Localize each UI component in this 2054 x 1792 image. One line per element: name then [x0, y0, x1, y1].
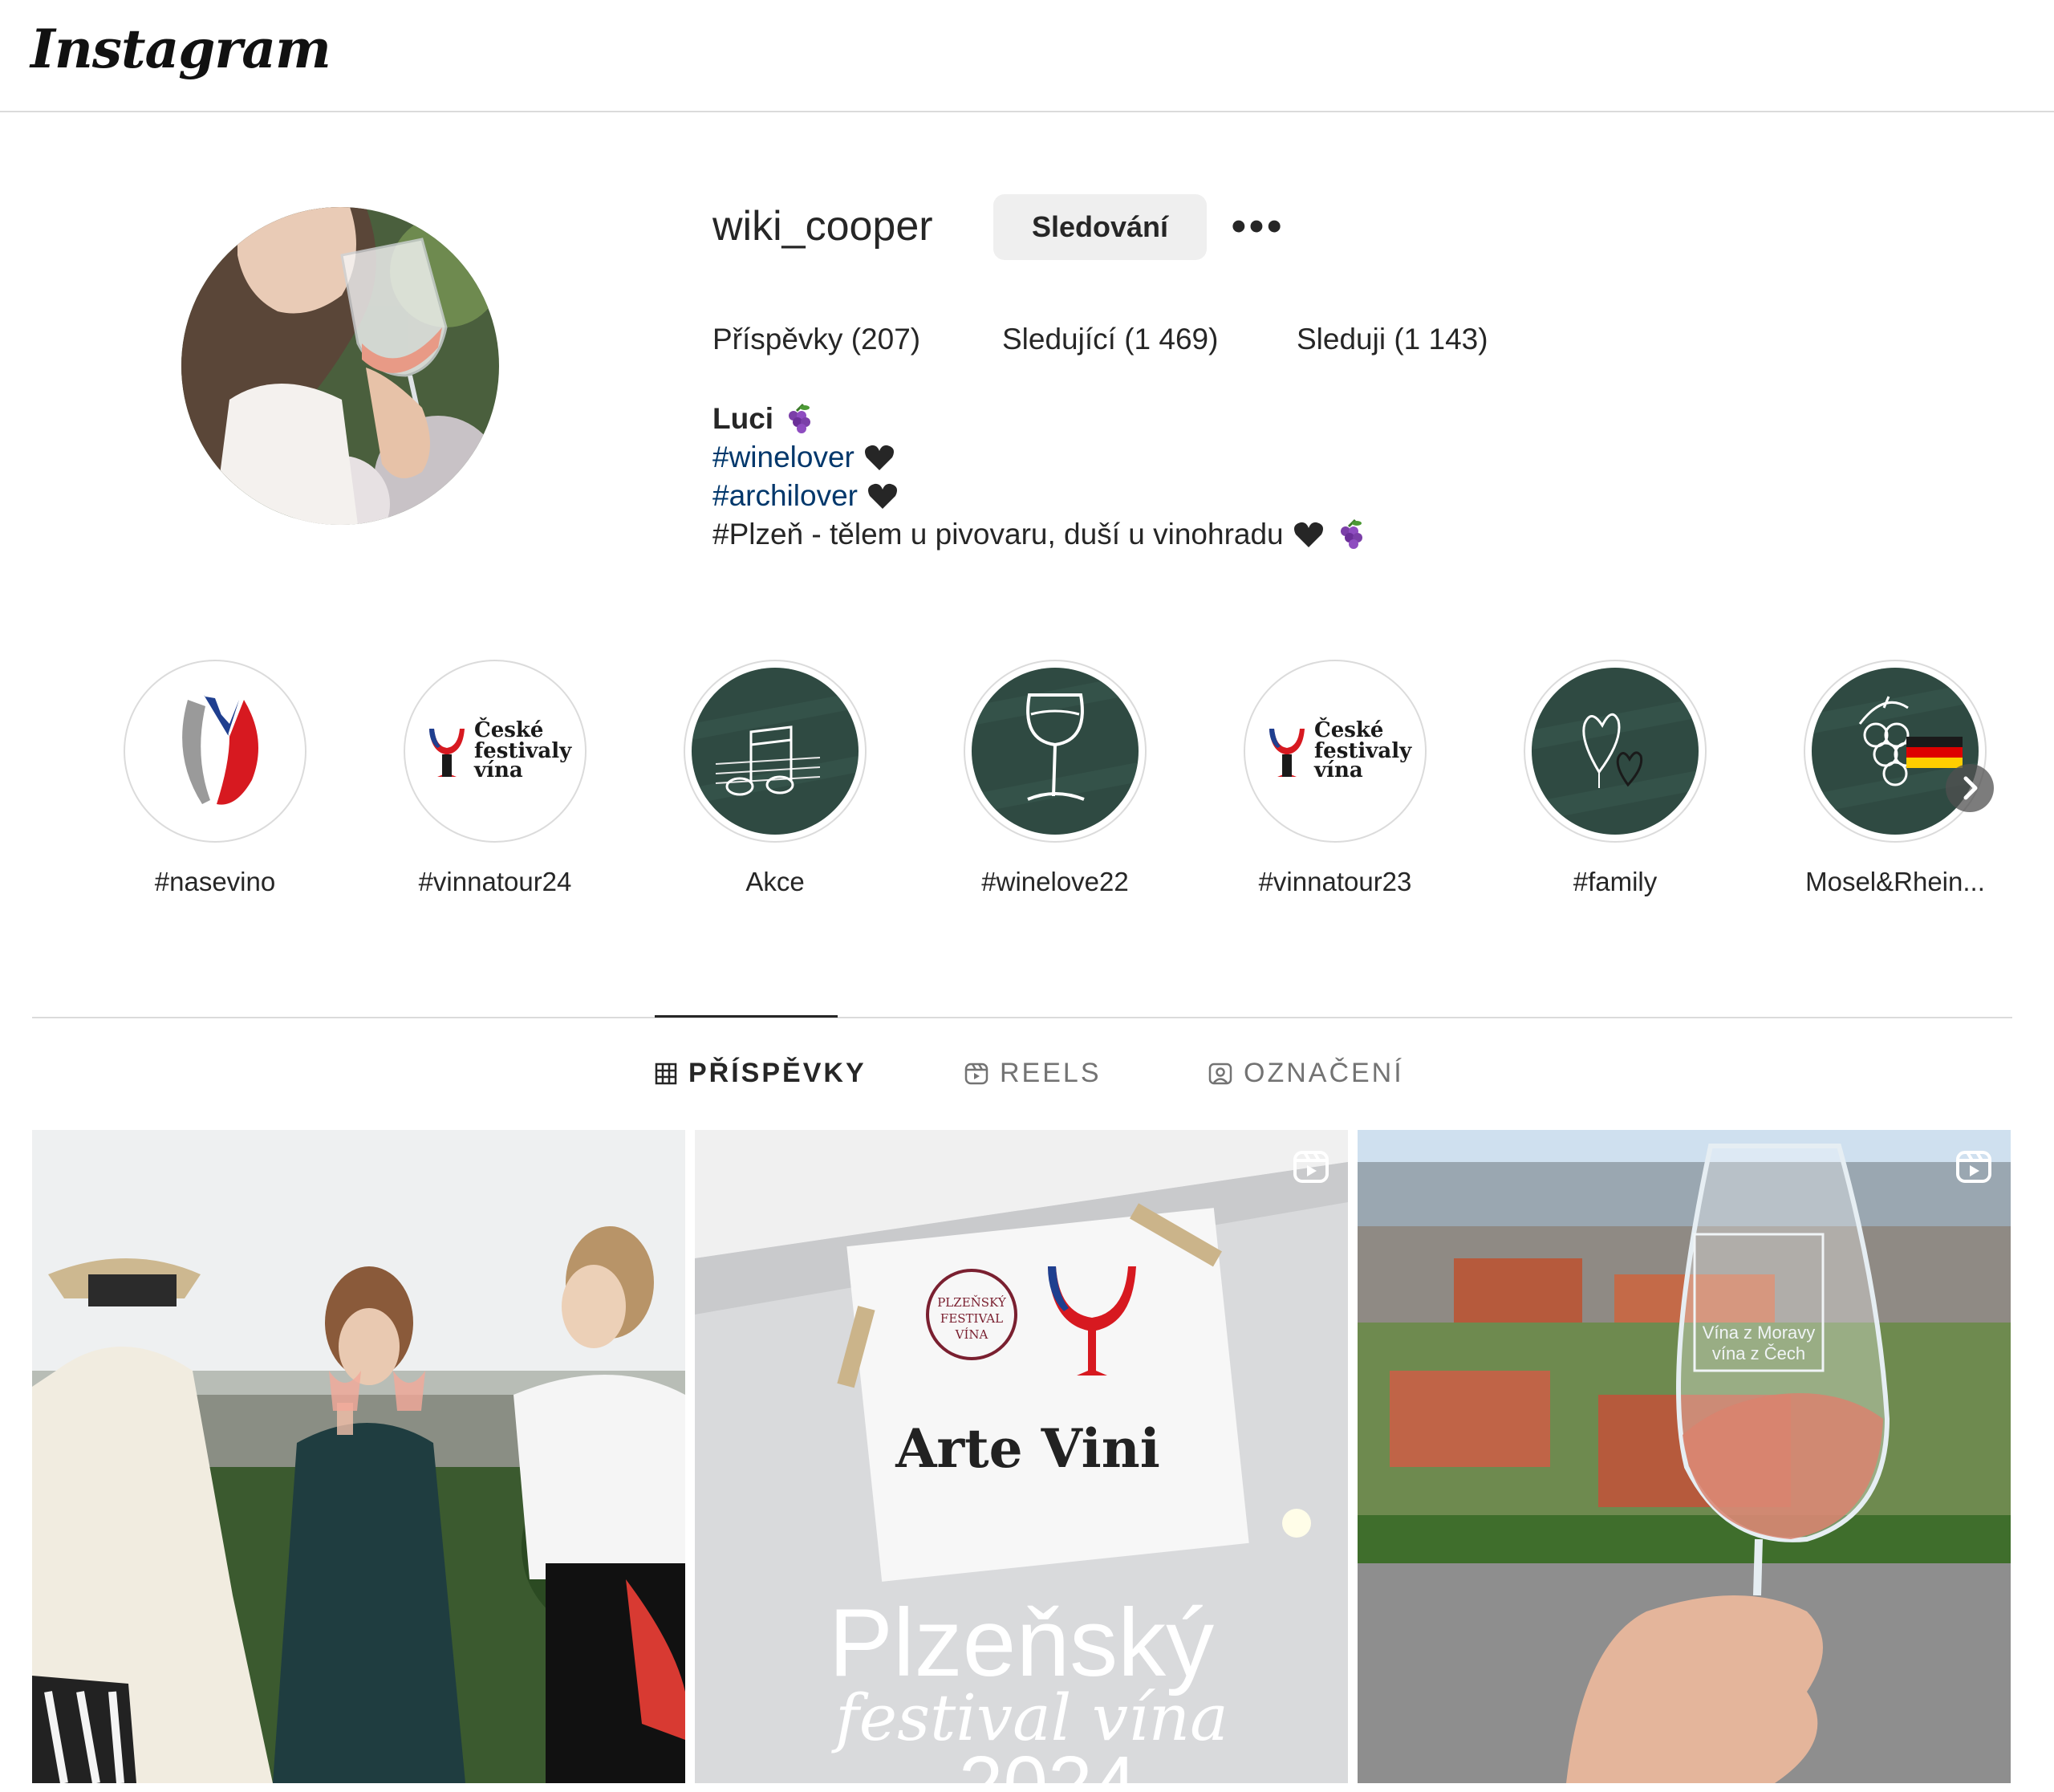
highlight-winelove22[interactable]: #winelove22: [963, 660, 1147, 897]
highlight-nasevino[interactable]: #nasevino: [123, 660, 307, 897]
tab-label: OZNAČENÍ: [1244, 1058, 1404, 1088]
bio-hashtag-winelover[interactable]: #winelover: [712, 441, 854, 473]
highlight-label: #family: [1573, 867, 1658, 896]
profile-bio: Luci #winelover #archilover #Plzeň - těl…: [712, 400, 1367, 554]
post-image-friends-toast: [32, 1130, 685, 1783]
black-heart-icon: [1293, 522, 1323, 547]
festival-badge-text: FESTIVAL: [940, 1311, 1003, 1326]
following-button[interactable]: Sledování: [993, 194, 1207, 260]
profile-display-name: Luci: [712, 402, 774, 435]
grid-icon: [655, 1063, 677, 1084]
logo-text: vína: [473, 758, 523, 782]
instagram-logo[interactable]: Instagram: [30, 18, 331, 80]
highlight-label: #winelove22: [981, 867, 1129, 896]
posts-count[interactable]: Příspěvky (207): [712, 323, 920, 356]
tab-label: REELS: [1000, 1058, 1102, 1088]
festival-badge-text: PLZEŇSKÝ: [937, 1295, 1007, 1310]
tagged-user-icon: [1208, 1063, 1232, 1084]
festival-badge-text: VÍNA: [955, 1327, 988, 1342]
ceske-festivaly-vina-logo-icon: České festivaly vína: [1252, 668, 1419, 835]
post-image-wine-glass-prague: Vína z Moravy vína z Čech: [1358, 1130, 2011, 1783]
glass-print-text: vína z Čech: [1712, 1343, 1805, 1363]
more-options-icon: •••: [1231, 203, 1285, 250]
highlight-label: #nasevino: [154, 867, 276, 896]
more-options-button[interactable]: •••: [1228, 197, 1289, 255]
highlight-vinnatour24[interactable]: České festivaly vína #vinnatour24: [403, 660, 587, 897]
post-tile[interactable]: [32, 1130, 685, 1783]
reel-icon: [1293, 1151, 1329, 1183]
tab-reels[interactable]: REELS: [964, 1058, 1102, 1089]
profile-username: wiki_cooper: [712, 203, 933, 250]
post-tile[interactable]: Vína z Moravy vína z Čech: [1358, 1130, 2011, 1783]
glass-print-text: Vína z Moravy: [1703, 1323, 1816, 1343]
bio-text-plzen: #Plzeň - tělem u pivovaru, duší u vinohr…: [712, 518, 1284, 551]
reel-icon: [1956, 1151, 1991, 1183]
logo-text: vína: [1313, 758, 1363, 782]
following-count[interactable]: Sleduji (1 143): [1297, 323, 1488, 356]
top-bar: Instagram: [0, 0, 2054, 112]
tab-posts[interactable]: PŘÍSPĚVKY: [655, 1058, 867, 1089]
highlight-label: #vinnatour24: [418, 867, 572, 896]
reel-overlay-year: 2024: [959, 1740, 1137, 1783]
tab-label: PŘÍSPĚVKY: [688, 1058, 867, 1088]
wine-glass-icon: [972, 668, 1139, 835]
highlight-label: Mosel&Rhein...: [1805, 867, 1985, 896]
grapes-icon: [1341, 518, 1363, 549]
highlight-vinnatour23[interactable]: České festivaly vína #vinnatour23: [1243, 660, 1427, 897]
highlight-akce[interactable]: Akce: [683, 660, 867, 897]
ceske-festivaly-vina-logo-icon: České festivaly vína: [412, 668, 578, 835]
highlight-family[interactable]: #family: [1523, 660, 1707, 897]
hearts-icon: [1532, 668, 1699, 835]
grapes-icon: [789, 403, 811, 433]
followers-count[interactable]: Sledující (1 469): [1002, 323, 1218, 356]
profile-avatar[interactable]: [181, 207, 499, 525]
active-tab-indicator: [655, 1015, 838, 1018]
reels-icon: [964, 1063, 988, 1084]
post-tile[interactable]: PLZEŇSKÝ FESTIVAL VÍNA Arte Vini Plzeňsk…: [695, 1130, 1348, 1783]
black-heart-icon: [868, 483, 898, 509]
chevron-right-icon: [1963, 776, 1978, 800]
post-image-festival-sign: PLZEŇSKÝ FESTIVAL VÍNA Arte Vini Plzeňsk…: [695, 1130, 1348, 1783]
highlight-label: Akce: [745, 867, 805, 896]
tab-tagged[interactable]: OZNAČENÍ: [1208, 1058, 1404, 1089]
tabs-divider: [32, 1017, 2012, 1018]
music-notes-icon: [692, 668, 859, 835]
black-heart-icon: [865, 445, 895, 470]
highlight-label: #vinnatour23: [1258, 867, 1412, 896]
nase-vino-logo-icon: [132, 668, 298, 835]
arte-vini-sign-text: Arte Vini: [895, 1417, 1160, 1480]
bio-hashtag-archilover[interactable]: #archilover: [712, 479, 858, 512]
highlights-next-button[interactable]: [1946, 764, 1994, 812]
